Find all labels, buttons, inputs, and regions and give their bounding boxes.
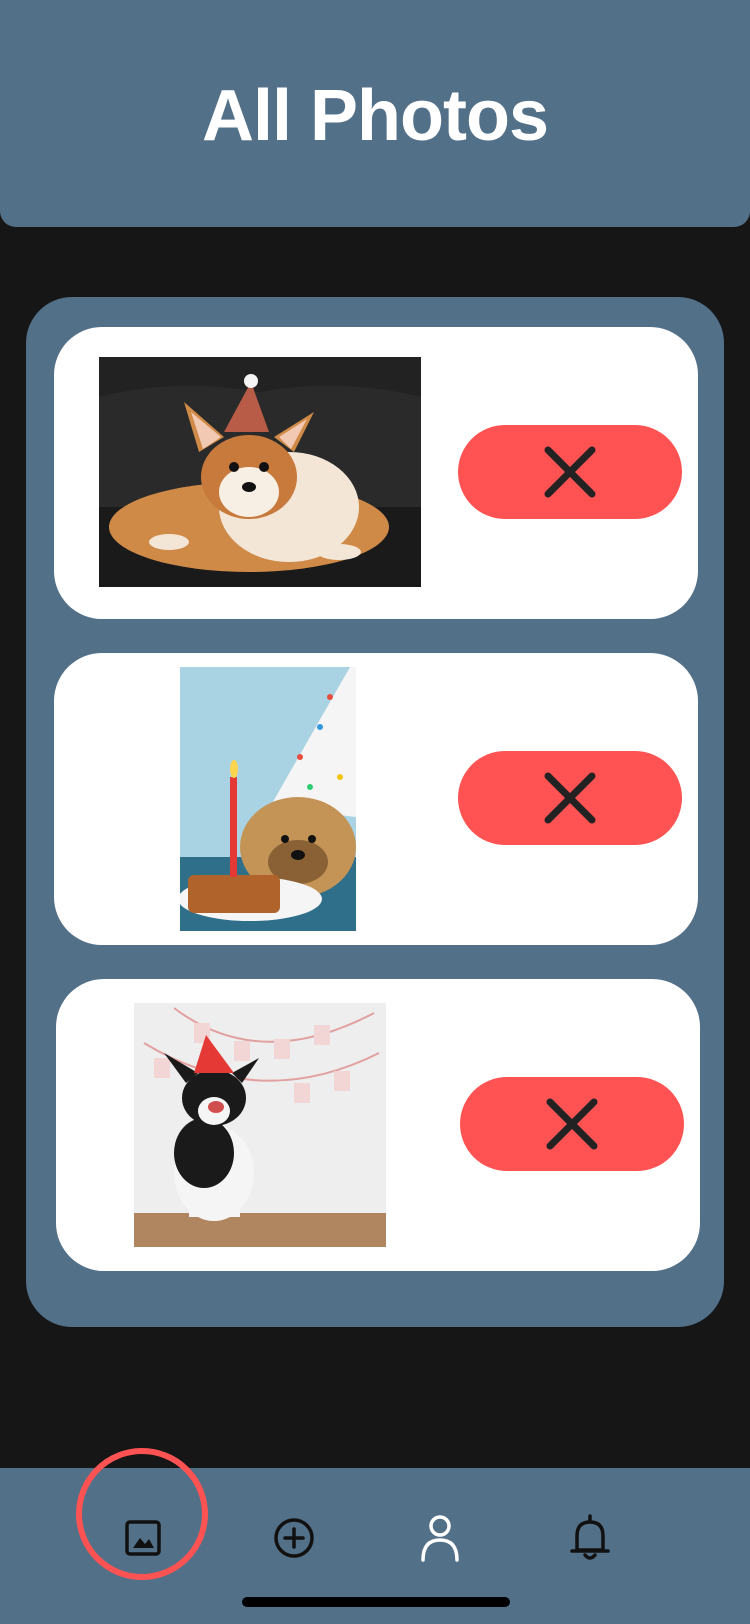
header-bar: All Photos [0, 0, 750, 227]
profile-icon [421, 1515, 459, 1562]
photo-thumbnail[interactable] [180, 667, 356, 931]
page-title: All Photos [202, 75, 549, 156]
tab-notifications[interactable] [540, 1488, 640, 1588]
active-tab-indicator [76, 1448, 208, 1580]
close-icon [544, 772, 596, 824]
photo-card [56, 979, 700, 1271]
delete-photo-button[interactable] [460, 1077, 684, 1171]
home-indicator [242, 1597, 510, 1607]
bell-icon [570, 1514, 610, 1560]
close-icon [544, 446, 596, 498]
delete-photo-button[interactable] [458, 425, 682, 519]
photo-thumbnail[interactable] [134, 1003, 386, 1247]
photo-card [54, 653, 698, 945]
photo-card [54, 327, 698, 619]
photo-thumbnail[interactable] [99, 357, 421, 587]
photo-list-panel [26, 297, 724, 1327]
tab-add[interactable] [244, 1488, 344, 1588]
delete-photo-button[interactable] [458, 751, 682, 845]
add-circle-icon [274, 1518, 314, 1558]
close-icon [546, 1098, 598, 1150]
tab-profile[interactable] [390, 1488, 490, 1588]
